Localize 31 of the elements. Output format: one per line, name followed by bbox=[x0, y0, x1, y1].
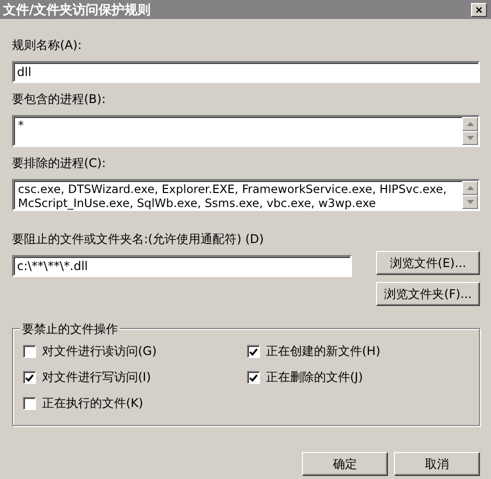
scroll-up-icon bbox=[466, 186, 474, 190]
field-label: 要排除的进程(C): bbox=[12, 155, 107, 172]
checkbox[interactable] bbox=[23, 397, 36, 410]
checkbox-label: 正在创建的新文件(H) bbox=[266, 343, 380, 360]
close-button[interactable]: × bbox=[471, 2, 487, 16]
field-label: 要阻止的文件或文件夹名:(允许使用通配符) (D) bbox=[12, 231, 265, 248]
path-field[interactable]: c:\**\**\*.dll bbox=[12, 255, 352, 277]
checkbox[interactable] bbox=[247, 345, 260, 358]
checkbox[interactable] bbox=[23, 345, 36, 358]
include-processes-field[interactable]: * bbox=[12, 115, 480, 147]
checkbox[interactable] bbox=[247, 371, 260, 384]
checkbox-label: 正在删除的文件(J) bbox=[266, 369, 363, 386]
field-label: 规则名称(A): bbox=[12, 37, 83, 54]
scroll-down-icon bbox=[466, 200, 474, 204]
scroll-down-icon bbox=[466, 136, 474, 140]
checkbox-label: 对文件进行写访问(I) bbox=[42, 369, 151, 386]
checkbox-label: 正在执行的文件(K) bbox=[42, 395, 144, 412]
scrollbar[interactable] bbox=[462, 117, 478, 145]
group-title: 要禁止的文件操作 bbox=[20, 321, 120, 338]
ok-button[interactable]: 确定 bbox=[302, 452, 388, 476]
checkbox[interactable] bbox=[23, 371, 36, 384]
scrollbar[interactable] bbox=[462, 181, 478, 209]
cancel-button[interactable]: 取消 bbox=[394, 452, 480, 476]
checkbox-label: 对文件进行读访问(G) bbox=[42, 343, 157, 360]
window-title: 文件/文件夹访问保护规则 bbox=[3, 2, 151, 18]
rule-name-field[interactable]: dll bbox=[12, 61, 480, 83]
scroll-up-icon bbox=[466, 122, 474, 126]
field-label: 要包含的进程(B): bbox=[12, 91, 107, 108]
browse-button[interactable]: 浏览文件夹(F)... bbox=[376, 282, 480, 306]
browse-button[interactable]: 浏览文件(E)... bbox=[376, 251, 480, 275]
exclude-processes-field[interactable]: csc.exe, DTSWizard.exe, Explorer.EXE, FrameworkService.exe, HIPSvc.exe, McScript_InUse.exe, SqlWb.exe, Ssms.exe, vbc.exe, w3wp.exe bbox=[12, 179, 480, 211]
